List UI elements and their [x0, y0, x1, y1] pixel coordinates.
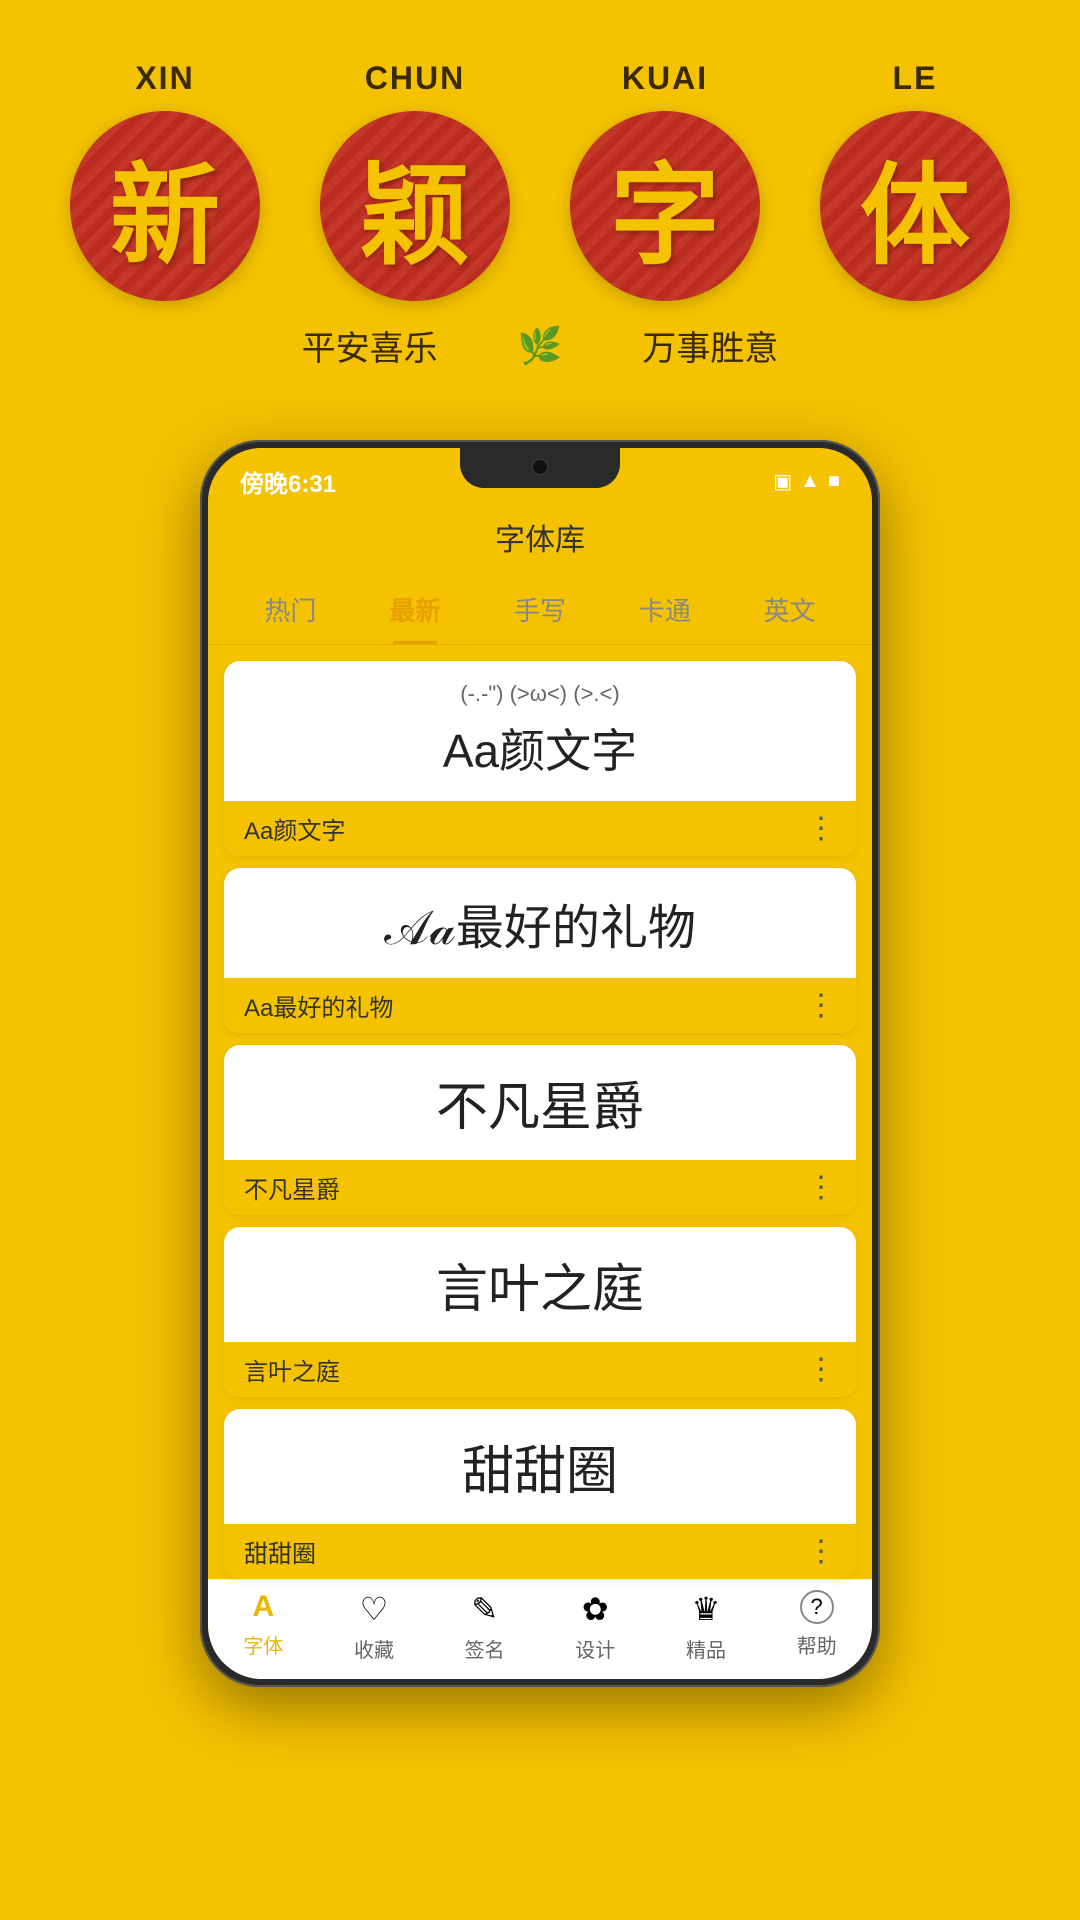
seal-char-chun: 颖: [360, 126, 470, 286]
subtitle-right: 万事胜意: [642, 321, 778, 370]
font-preview-text-bufan: 不凡星爵: [436, 1065, 644, 1140]
char-le: LE 体: [820, 60, 1010, 301]
font-preview-text-yanwenzi: (-.-") (>ω<) (>.<) Aa颜文字: [443, 681, 637, 781]
phone-mockup: 傍晚6:31 ▣ ▲ ■ 字体库 热门 最新 手写 卡通 英文: [200, 440, 880, 1687]
nav-favorites-label: 收藏: [354, 1634, 394, 1663]
font-name-bufan: 不凡星爵: [244, 1170, 340, 1205]
design-icon: ✿: [582, 1590, 609, 1628]
font-name-yanye: 言叶之庭: [244, 1352, 340, 1387]
nav-premium-label: 精品: [686, 1634, 726, 1663]
font-card-bufan[interactable]: 不凡星爵 不凡星爵 ⋮: [224, 1045, 856, 1215]
seal-le: 体: [820, 111, 1010, 301]
pinyin-kuai: KUAI: [622, 60, 708, 97]
char-chun: CHUN 颖: [320, 60, 510, 301]
subtitle-row: 平安喜乐 🌿 万事胜意: [40, 321, 1040, 370]
font-preview-bufan: 不凡星爵: [224, 1045, 856, 1160]
pinyin-le: LE: [893, 60, 938, 97]
pinyin-xin: XIN: [135, 60, 194, 97]
font-preview-tiantian: 甜甜圈: [224, 1409, 856, 1524]
nav-help-label: 帮助: [797, 1630, 837, 1659]
font-meta-bufan: 不凡星爵 ⋮: [224, 1160, 856, 1215]
nav-signature-label: 签名: [465, 1634, 505, 1663]
seal-char-le: 体: [860, 126, 970, 286]
font-card-yanye[interactable]: 言叶之庭 言叶之庭 ⋮: [224, 1227, 856, 1397]
banner-section: XIN 新 CHUN 颖 KUAI 字 LE 体 平安喜乐 🌿 万事胜意: [0, 0, 1080, 410]
nav-help[interactable]: ? 帮助: [797, 1590, 837, 1663]
char-xin: XIN 新: [70, 60, 260, 301]
nav-fonts-label: 字体: [243, 1630, 283, 1659]
nav-fonts[interactable]: A 字体: [243, 1590, 283, 1663]
nav-signature[interactable]: ✎ 签名: [465, 1590, 505, 1663]
font-preview-yanye: 言叶之庭: [224, 1227, 856, 1342]
signal-icon: ■: [828, 470, 840, 493]
bottom-nav: A 字体 ♡ 收藏 ✎ 签名 ✿ 设计 ♛ 精品: [208, 1579, 872, 1679]
battery-icon: ▣: [773, 469, 792, 494]
font-preview-yanwenzi: (-.-") (>ω<) (>.<) Aa颜文字: [224, 661, 856, 801]
seal-char-xin: 新: [110, 126, 220, 286]
font-meta-yanwenzi: Aa颜文字 ⋮: [224, 801, 856, 856]
font-preview-text-yanye: 言叶之庭: [436, 1247, 644, 1322]
char-kuai: KUAI 字: [570, 60, 760, 301]
font-meta-tiantian: 甜甜圈 ⋮: [224, 1524, 856, 1579]
tab-hot[interactable]: 热门: [246, 575, 334, 644]
app-title: 字体库: [208, 507, 872, 575]
pinyin-row: XIN 新 CHUN 颖 KUAI 字 LE 体: [40, 60, 1040, 301]
tab-handwriting[interactable]: 手写: [496, 575, 584, 644]
nav-favorites[interactable]: ♡ 收藏: [354, 1590, 394, 1663]
premium-icon: ♛: [692, 1590, 721, 1628]
nav-design[interactable]: ✿ 设计: [575, 1590, 615, 1663]
signature-icon: ✎: [471, 1590, 498, 1628]
font-more-yanwenzi[interactable]: ⋮: [806, 811, 836, 846]
font-card-yanwenzi[interactable]: (-.-") (>ω<) (>.<) Aa颜文字 Aa颜文字 ⋮: [224, 661, 856, 856]
subtitle-left: 平安喜乐: [302, 321, 438, 370]
font-more-yanye[interactable]: ⋮: [806, 1352, 836, 1387]
font-card-tiantian[interactable]: 甜甜圈 甜甜圈 ⋮: [224, 1409, 856, 1579]
font-more-tiantian[interactable]: ⋮: [806, 1534, 836, 1569]
help-icon: ?: [800, 1590, 834, 1624]
font-preview-text-zuihao: 𝒜𝒶最好的礼物: [384, 888, 696, 958]
category-tabs: 热门 最新 手写 卡通 英文: [208, 575, 872, 645]
font-more-zuihao[interactable]: ⋮: [806, 988, 836, 1023]
phone-wrapper: 傍晚6:31 ▣ ▲ ■ 字体库 热门 最新 手写 卡通 英文: [0, 410, 1080, 1727]
status-icons: ▣ ▲ ■: [773, 469, 840, 494]
nav-premium[interactable]: ♛ 精品: [686, 1590, 726, 1663]
font-preview-zuihao: 𝒜𝒶最好的礼物: [224, 868, 856, 978]
tab-latest[interactable]: 最新: [371, 575, 459, 644]
font-more-bufan[interactable]: ⋮: [806, 1170, 836, 1205]
seal-chun: 颖: [320, 111, 510, 301]
font-name-yanwenzi: Aa颜文字: [244, 811, 345, 846]
phone-screen: 傍晚6:31 ▣ ▲ ■ 字体库 热门 最新 手写 卡通 英文: [208, 448, 872, 1679]
notch-camera: [531, 458, 549, 476]
pinyin-chun: CHUN: [365, 60, 465, 97]
nav-design-label: 设计: [575, 1634, 615, 1663]
font-name-tiantian: 甜甜圈: [244, 1534, 316, 1569]
lotus-icon: 🌿: [518, 325, 563, 367]
font-preview-text-tiantian: 甜甜圈: [462, 1429, 618, 1504]
font-meta-zuihao: Aa最好的礼物 ⋮: [224, 978, 856, 1033]
phone-notch: [460, 448, 620, 488]
seal-kuai: 字: [570, 111, 760, 301]
seal-xin: 新: [70, 111, 260, 301]
font-card-zuihao[interactable]: 𝒜𝒶最好的礼物 Aa最好的礼物 ⋮: [224, 868, 856, 1033]
font-meta-yanye: 言叶之庭 ⋮: [224, 1342, 856, 1397]
status-time: 傍晚6:31: [240, 464, 336, 499]
font-list: (-.-") (>ω<) (>.<) Aa颜文字 Aa颜文字 ⋮ 𝒜𝒶最好的礼物: [208, 645, 872, 1579]
tab-cartoon[interactable]: 卡通: [621, 575, 709, 644]
seal-char-kuai: 字: [610, 126, 720, 286]
tab-english[interactable]: 英文: [746, 575, 834, 644]
fonts-icon: A: [252, 1590, 274, 1624]
favorites-icon: ♡: [360, 1590, 389, 1628]
wifi-icon: ▲: [800, 470, 820, 493]
font-name-zuihao: Aa最好的礼物: [244, 988, 393, 1023]
